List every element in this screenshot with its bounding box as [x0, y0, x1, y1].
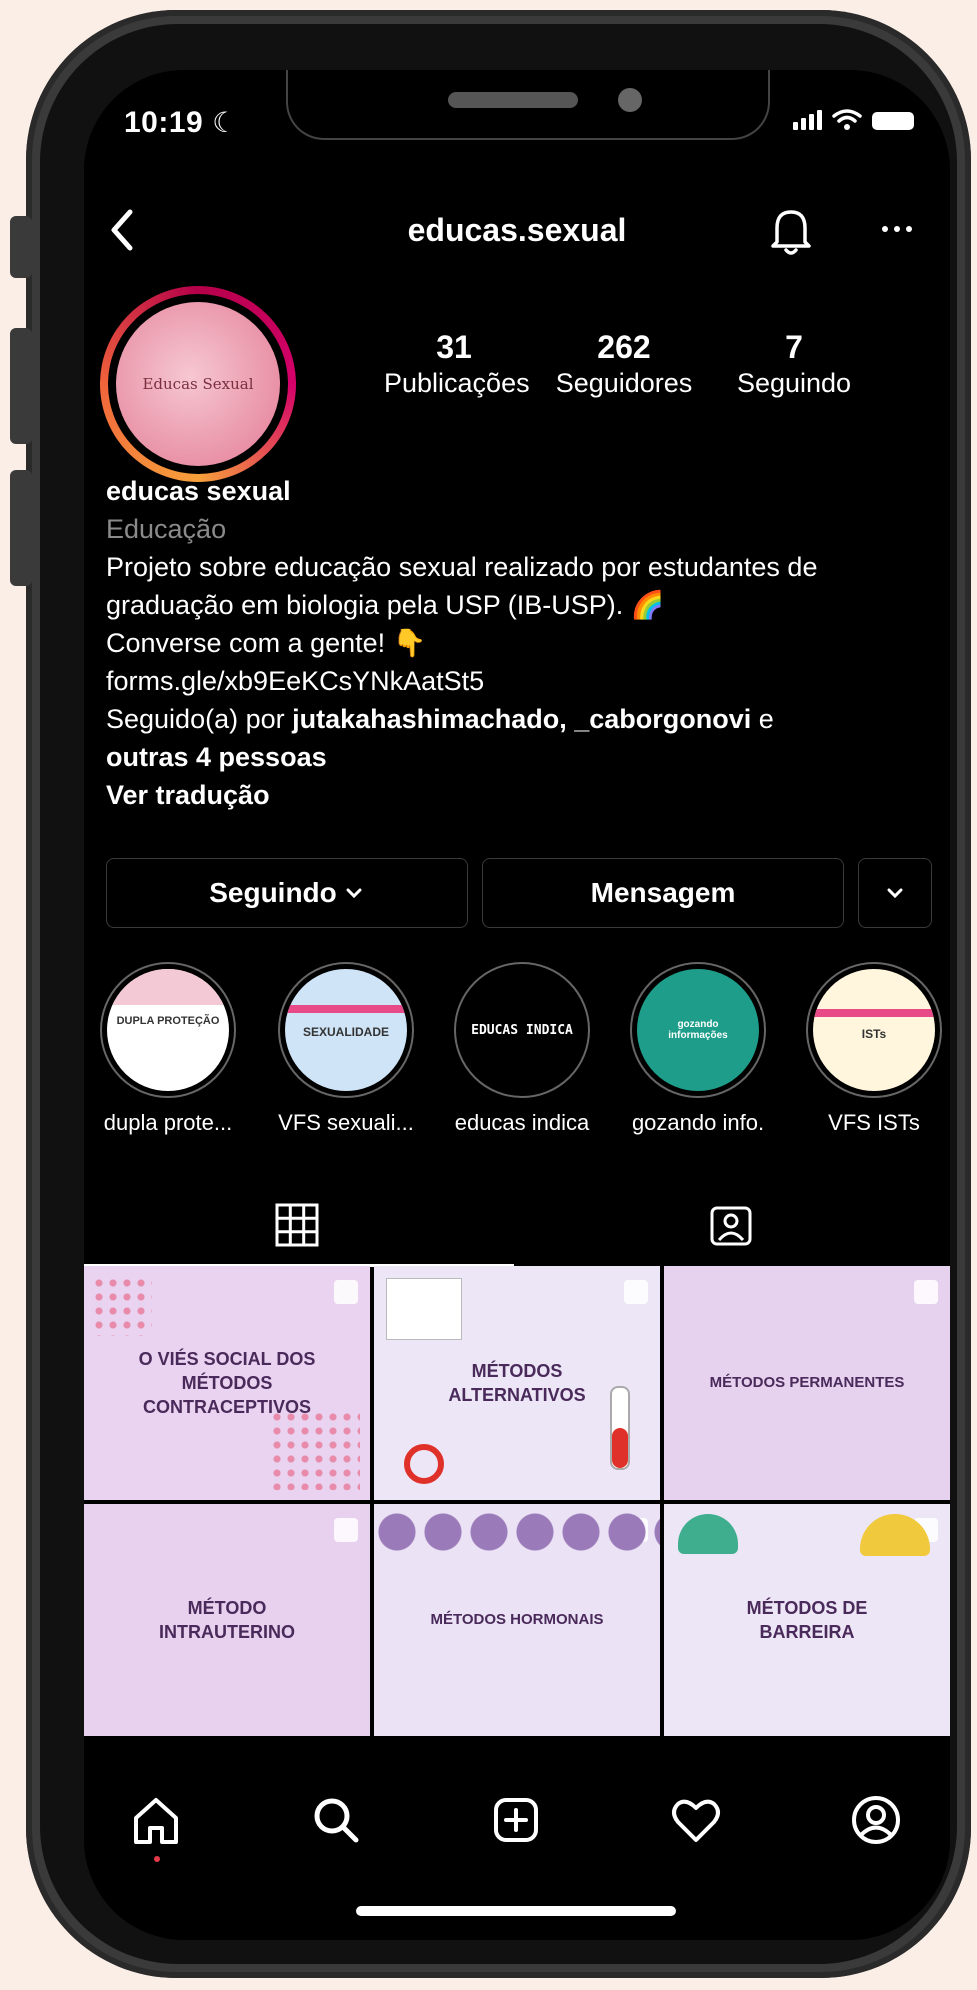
highlight-label: VFS sexuali... [278, 1110, 414, 1135]
highlight-label: VFS ISTs [828, 1110, 920, 1135]
home-indicator[interactable] [356, 1906, 676, 1916]
bio-line: Converse com a gente! 👇 [106, 628, 427, 658]
multiple-posts-icon [334, 1280, 358, 1304]
followed-by-others[interactable]: outras 4 pessoas [106, 738, 936, 776]
bio-link[interactable]: forms.gle/xb9EeKCsYNkAatSt5 [106, 662, 936, 700]
screen: 10:19 ☾ educas.sexual Educas Sexual 31 P… [84, 70, 950, 1940]
chevron-down-icon [346, 888, 362, 899]
post-tile[interactable]: O VIÉS SOCIAL DOS MÉTODOS CONTRACEPTIVOS [84, 1266, 370, 1500]
thermometer-icon [610, 1386, 630, 1470]
pill-pack-image [374, 1510, 660, 1554]
profile-category: Educação [106, 514, 227, 544]
highlight-cover: SEXUALIDADE [285, 969, 407, 1091]
new-post-icon[interactable] [486, 1790, 546, 1850]
volume-down-button [10, 470, 32, 586]
post-tile[interactable]: MÉTODOS DE BARREIRA [664, 1504, 950, 1736]
multiple-posts-icon [334, 1518, 358, 1542]
more-options-icon[interactable] [872, 204, 922, 254]
post-tile[interactable]: MÉTODOS PERMANENTES [664, 1266, 950, 1500]
profile-bio: educas sexual Educação Projeto sobre edu… [106, 472, 936, 814]
highlight-item[interactable]: gozando informações gozando info. [630, 962, 766, 1135]
stat-followers[interactable]: 262 Seguidores [544, 328, 704, 400]
notification-dot [154, 1856, 160, 1862]
home-icon[interactable] [126, 1790, 186, 1850]
profile-username: educas.sexual [407, 212, 627, 248]
story-highlights: DUPLA PROTEÇÃO dupla prote... SEXUALIDAD… [84, 962, 950, 1135]
profile-header: educas.sexual [84, 190, 950, 270]
post-tile[interactable]: MÉTODOS ALTERNATIVOS [374, 1266, 660, 1500]
chevron-down-icon [887, 888, 903, 899]
speaker [448, 92, 578, 108]
suggested-dropdown-button[interactable] [858, 858, 932, 928]
bio-line: Projeto sobre educação sexual realizado … [106, 552, 818, 582]
battery-icon [872, 112, 914, 130]
post-tile[interactable]: MÉTODO INTRAUTERINO [84, 1504, 370, 1736]
highlight-label: dupla prote... [103, 1110, 233, 1135]
profile-icon[interactable] [846, 1790, 906, 1850]
status-time: 10:19 ☾ [124, 106, 238, 139]
avatar[interactable]: Educas Sexual [108, 294, 288, 474]
message-button[interactable]: Mensagem [482, 858, 844, 928]
multiple-posts-icon [624, 1280, 648, 1304]
notch [286, 70, 770, 140]
wifi-icon [832, 109, 862, 130]
highlight-cover: ISTs [813, 969, 935, 1091]
bio-line: graduação em biologia pela USP (IB-USP).… [106, 590, 665, 620]
post-tile[interactable]: MÉTODOS HORMONAIS [374, 1504, 660, 1736]
story-ring[interactable]: Educas Sexual [100, 286, 296, 482]
bell-icon[interactable] [766, 200, 816, 260]
search-icon[interactable] [306, 1790, 366, 1850]
avatar-image: Educas Sexual [116, 302, 280, 466]
highlight-item[interactable]: EDUCAS INDICA educas indica [454, 962, 590, 1135]
profile-name: educas sexual [106, 476, 291, 506]
prohibited-icon [404, 1444, 444, 1484]
following-button[interactable]: Seguindo [106, 858, 468, 928]
moon-icon: ☾ [212, 107, 238, 138]
status-indicators [793, 108, 914, 130]
highlight-item[interactable]: DUPLA PROTEÇÃO dupla prote... [100, 962, 236, 1135]
volume-up-button [10, 328, 32, 444]
post-grid: O VIÉS SOCIAL DOS MÉTODOS CONTRACEPTIVOS… [84, 1266, 950, 1736]
highlight-cover: EDUCAS INDICA [461, 969, 583, 1091]
highlight-cover: gozando informações [637, 969, 759, 1091]
camera [618, 88, 642, 112]
highlight-cover: DUPLA PROTEÇÃO [107, 969, 229, 1091]
condom-icon [678, 1514, 738, 1554]
highlight-item[interactable]: SEXUALIDADE VFS sexuali... [278, 962, 414, 1135]
followed-by[interactable]: Seguido(a) por jutakahashimachado, _cabo… [106, 700, 936, 738]
bottom-navigation [84, 1770, 950, 1862]
stat-posts[interactable]: 31 Publicações [384, 328, 530, 400]
mute-switch [10, 216, 32, 278]
translate-link[interactable]: Ver tradução [106, 776, 936, 814]
profile-tabs [84, 1180, 950, 1270]
highlight-label: educas indica [454, 1110, 590, 1135]
tagged-icon[interactable] [708, 1202, 754, 1248]
highlight-label: gozando info. [631, 1110, 765, 1135]
profile-stats: 31 Publicações 262 Seguidores 7 Seguindo [384, 328, 884, 400]
grid-icon[interactable] [274, 1202, 320, 1248]
back-arrow-icon[interactable] [100, 190, 150, 270]
multiple-posts-icon [914, 1280, 938, 1304]
signal-icon [793, 110, 822, 130]
heart-icon[interactable] [666, 1790, 726, 1850]
calendar-icon [386, 1278, 462, 1340]
highlight-item[interactable]: ISTs VFS ISTs [806, 962, 942, 1135]
stat-following[interactable]: 7 Seguindo [724, 328, 864, 400]
